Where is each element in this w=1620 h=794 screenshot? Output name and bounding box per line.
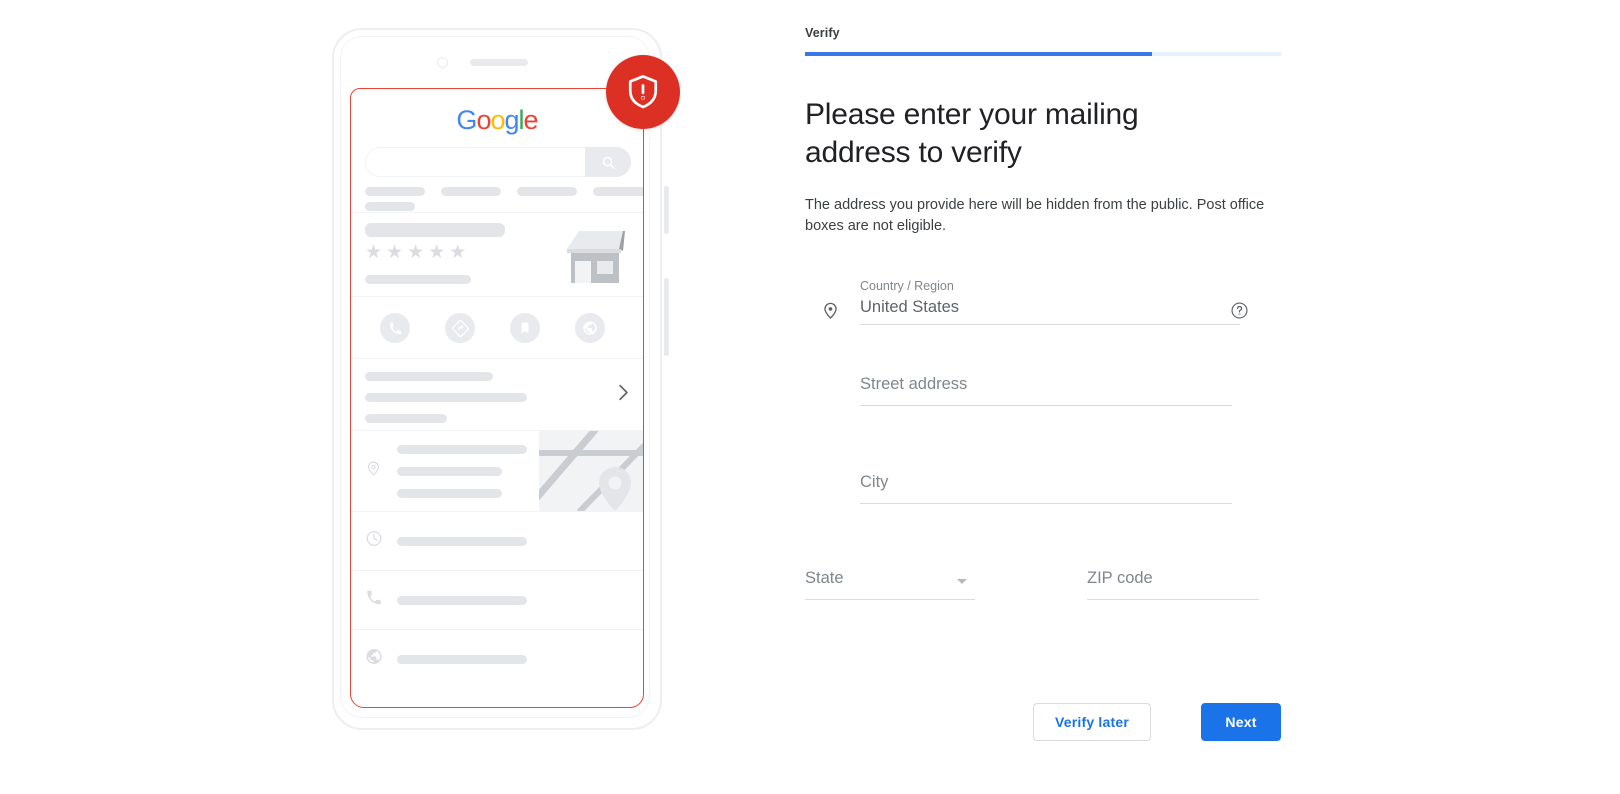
street-address-field[interactable]: Street address bbox=[805, 375, 1285, 407]
chip-placeholder bbox=[441, 187, 501, 196]
address-line-placeholder bbox=[397, 467, 502, 476]
city-underline bbox=[860, 503, 1232, 505]
caret-down-icon[interactable] bbox=[957, 579, 967, 585]
biz-title-placeholder bbox=[365, 223, 505, 237]
shield-alert-icon bbox=[606, 55, 680, 129]
directions-icon bbox=[445, 313, 475, 343]
phone-chip-row bbox=[365, 187, 643, 196]
biz-subtitle-placeholder bbox=[365, 275, 471, 284]
location-pin-outline-icon bbox=[365, 460, 382, 482]
street-address-placeholder: Street address bbox=[860, 375, 968, 394]
phone-website-row bbox=[351, 630, 643, 688]
zip-code-field[interactable]: ZIP code bbox=[1087, 569, 1259, 601]
chip-placeholder bbox=[593, 187, 643, 196]
page-title: Please enter your mailing address to ver… bbox=[805, 98, 1139, 169]
description-text: The address you provide here will be hid… bbox=[805, 197, 1265, 235]
phone-business-card: ★ ★ ★ ★ ★ bbox=[351, 213, 643, 297]
zip-code-placeholder: ZIP code bbox=[1087, 569, 1153, 588]
row-line-placeholder bbox=[397, 596, 527, 605]
form-actions: Verify later Next bbox=[805, 703, 1281, 741]
chip-placeholder-second-row bbox=[365, 202, 415, 211]
next-button[interactable]: Next bbox=[1201, 703, 1281, 741]
globe-icon bbox=[365, 648, 383, 671]
help-circle-icon[interactable] bbox=[1230, 301, 1249, 325]
row-line-placeholder bbox=[397, 655, 527, 664]
zip-code-underline bbox=[1087, 599, 1259, 601]
phone-camera-icon bbox=[437, 57, 448, 68]
chevron-right-icon bbox=[618, 384, 629, 406]
phone-side-button-lower bbox=[664, 278, 669, 356]
city-placeholder: City bbox=[860, 473, 889, 492]
bookmark-icon bbox=[510, 313, 540, 343]
info-line-placeholder bbox=[365, 414, 447, 423]
star-icon: ★ bbox=[365, 242, 383, 263]
step-label: Verify bbox=[805, 26, 840, 40]
phone-side-button-upper bbox=[664, 186, 669, 234]
country-field[interactable]: Country / Region United States bbox=[805, 279, 1285, 326]
city-field[interactable]: City bbox=[805, 473, 1285, 505]
star-icon: ★ bbox=[407, 242, 425, 263]
progress-bar bbox=[805, 52, 1281, 56]
phone-address-map-block bbox=[351, 431, 643, 512]
info-line-placeholder bbox=[365, 393, 527, 402]
star-icon: ★ bbox=[386, 242, 404, 263]
storefront-icon bbox=[559, 227, 631, 285]
address-line-placeholder bbox=[397, 489, 502, 498]
website-globe-icon bbox=[575, 313, 605, 343]
phone-hours-row bbox=[351, 512, 643, 570]
phone-icon bbox=[380, 313, 410, 343]
star-icon: ★ bbox=[428, 242, 446, 263]
search-icon bbox=[585, 147, 631, 177]
phone-search-bar bbox=[365, 147, 631, 177]
star-icon: ★ bbox=[449, 242, 467, 263]
chip-placeholder bbox=[365, 187, 425, 196]
google-logo: Google bbox=[456, 105, 538, 135]
phone-speaker bbox=[470, 59, 528, 66]
location-pin-icon bbox=[821, 301, 840, 325]
phone-phone-row bbox=[351, 571, 643, 629]
map-thumbnail bbox=[539, 431, 643, 512]
page-root: Google ★ ★ ★ ★ ★ Verify Please enter you… bbox=[0, 0, 1620, 794]
phone-screen: Google ★ ★ ★ ★ ★ bbox=[350, 88, 644, 708]
street-address-underline bbox=[860, 405, 1232, 407]
row-line-placeholder bbox=[397, 537, 527, 546]
address-fields: Country / Region United States Street ad… bbox=[805, 279, 1285, 619]
clock-icon bbox=[365, 530, 383, 553]
info-line-placeholder bbox=[365, 372, 493, 381]
state-underline bbox=[805, 599, 975, 601]
country-field-value: United States bbox=[860, 298, 960, 317]
phone-handset-icon bbox=[365, 589, 383, 612]
chip-placeholder bbox=[517, 187, 577, 196]
country-field-label: Country / Region bbox=[860, 279, 954, 294]
phone-info-block bbox=[351, 359, 643, 431]
verification-form: Verify Please enter your mailing address… bbox=[805, 26, 1285, 619]
rating-stars: ★ ★ ★ ★ ★ bbox=[365, 243, 466, 262]
country-field-underline bbox=[860, 324, 1240, 326]
state-placeholder: State bbox=[805, 569, 844, 588]
address-line-placeholder bbox=[397, 445, 527, 454]
verify-later-button[interactable]: Verify later bbox=[1033, 703, 1151, 741]
state-field[interactable]: State bbox=[805, 569, 975, 601]
phone-illustration: Google ★ ★ ★ ★ ★ bbox=[330, 26, 680, 736]
progress-bar-fill bbox=[805, 52, 1153, 56]
phone-action-row bbox=[351, 297, 643, 359]
